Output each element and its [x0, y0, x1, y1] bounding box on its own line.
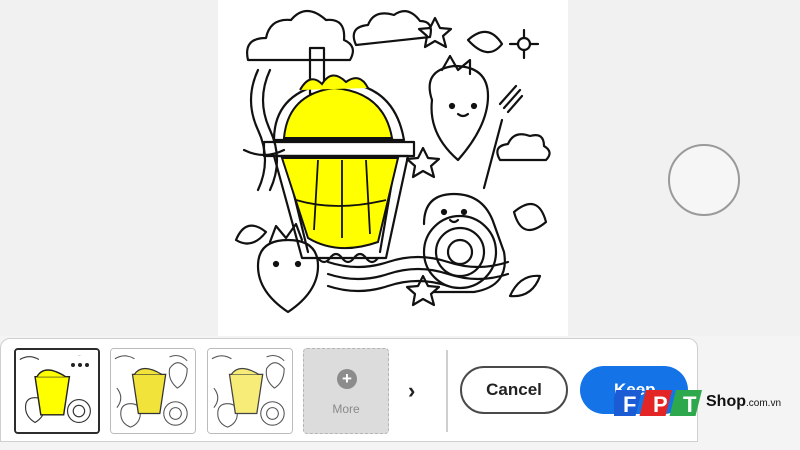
svg-text:T: T	[683, 392, 697, 417]
plus-circle-icon: +	[337, 369, 357, 389]
cancel-button[interactable]: Cancel	[460, 366, 568, 414]
variation-thumbnail-3[interactable]	[207, 348, 293, 434]
svg-text:P: P	[653, 392, 668, 417]
variation-thumbnail-2[interactable]	[110, 348, 196, 434]
boba-doodle-artwork	[234, 9, 551, 314]
add-more-button[interactable]: + More	[303, 348, 389, 434]
add-more-label: More	[332, 402, 360, 416]
chevron-right-icon[interactable]: ›	[408, 378, 415, 404]
canvas-area	[0, 0, 800, 340]
capture-shutter-button[interactable]	[668, 144, 740, 216]
thumbnail-artwork	[111, 349, 195, 433]
variation-thumbnail-1[interactable]	[14, 348, 100, 434]
artwork-preview	[218, 0, 568, 336]
fpt-logo-icon: F P T	[609, 390, 703, 417]
fptshop-watermark: F P T Shop.com.vn	[609, 382, 800, 426]
toolbar-divider	[446, 350, 448, 432]
thumbnail-artwork	[208, 349, 292, 433]
more-options-icon[interactable]	[66, 356, 94, 374]
svg-text:F: F	[623, 392, 636, 417]
watermark-text: Shop.com.vn	[706, 393, 782, 410]
